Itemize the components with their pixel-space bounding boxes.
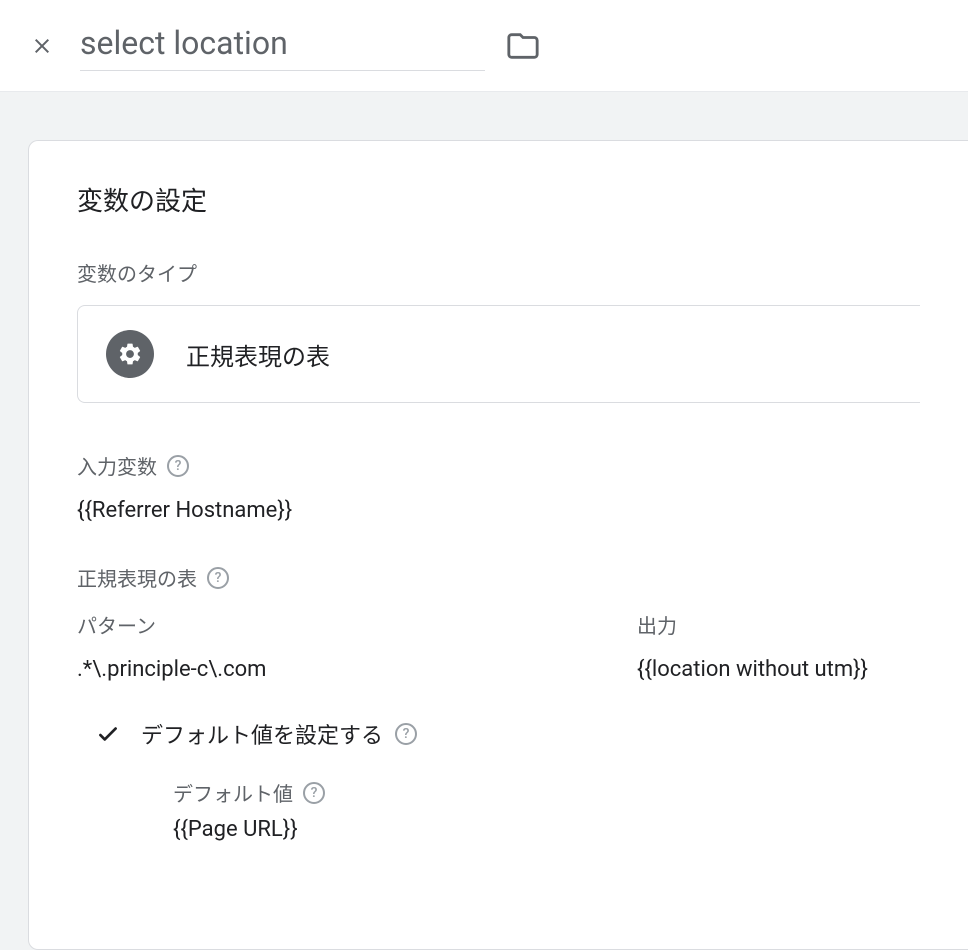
regex-table-label-text: 正規表現の表 bbox=[77, 563, 197, 592]
default-value-label-text: デフォルト値 bbox=[173, 778, 293, 807]
gear-icon bbox=[117, 341, 143, 367]
default-value-field: デフォルト値 ? {{Page URL}} bbox=[173, 778, 920, 842]
card-title: 変数の設定 bbox=[77, 181, 920, 218]
checkbox-label-text: デフォルト値を設定する bbox=[141, 718, 383, 750]
variable-type-label: 変数のタイプ bbox=[77, 258, 920, 287]
default-value-label: デフォルト値 ? bbox=[173, 778, 920, 807]
pattern-cell[interactable]: .*\.principle-c\.com bbox=[77, 657, 637, 682]
close-button[interactable] bbox=[28, 32, 56, 60]
variable-type-selector[interactable]: 正規表現の表 bbox=[77, 305, 920, 403]
input-variable-label: 入力変数 ? bbox=[77, 451, 920, 480]
variable-type-name: 正規表現の表 bbox=[186, 337, 330, 372]
folder-icon bbox=[506, 29, 540, 63]
help-icon[interactable]: ? bbox=[395, 723, 417, 745]
content-area: 変数の設定 変数のタイプ 正規表現の表 入力変数 ? {{Referrer Ho… bbox=[0, 92, 968, 950]
variable-name-input[interactable] bbox=[80, 20, 485, 71]
close-icon bbox=[30, 34, 54, 58]
default-value-value[interactable]: {{Page URL}} bbox=[173, 817, 920, 842]
table-row: .*\.principle-c\.com {{location without … bbox=[77, 657, 920, 682]
check-icon bbox=[95, 721, 121, 747]
regex-table-section: 正規表現の表 ? パターン 出力 .*\.principle-c\.com {{… bbox=[77, 563, 920, 842]
help-icon[interactable]: ? bbox=[207, 567, 229, 589]
regex-table-label: 正規表現の表 ? bbox=[77, 563, 920, 592]
input-variable-label-text: 入力変数 bbox=[77, 451, 157, 480]
column-output-header: 出力 bbox=[637, 610, 677, 639]
help-icon[interactable]: ? bbox=[167, 455, 189, 477]
help-icon[interactable]: ? bbox=[303, 782, 325, 804]
header-bar bbox=[0, 0, 968, 92]
default-value-checkbox-row[interactable]: デフォルト値を設定する ? bbox=[95, 718, 920, 750]
gear-icon-wrapper bbox=[106, 330, 154, 378]
column-pattern-header: パターン bbox=[77, 610, 637, 639]
default-value-checkbox-label: デフォルト値を設定する ? bbox=[141, 718, 417, 750]
variable-config-card: 変数の設定 変数のタイプ 正規表現の表 入力変数 ? {{Referrer Ho… bbox=[28, 140, 968, 950]
table-header-row: パターン 出力 bbox=[77, 610, 920, 639]
output-cell[interactable]: {{location without utm}} bbox=[637, 657, 868, 682]
folder-button[interactable] bbox=[505, 28, 541, 64]
input-variable-value[interactable]: {{Referrer Hostname}} bbox=[77, 498, 920, 523]
